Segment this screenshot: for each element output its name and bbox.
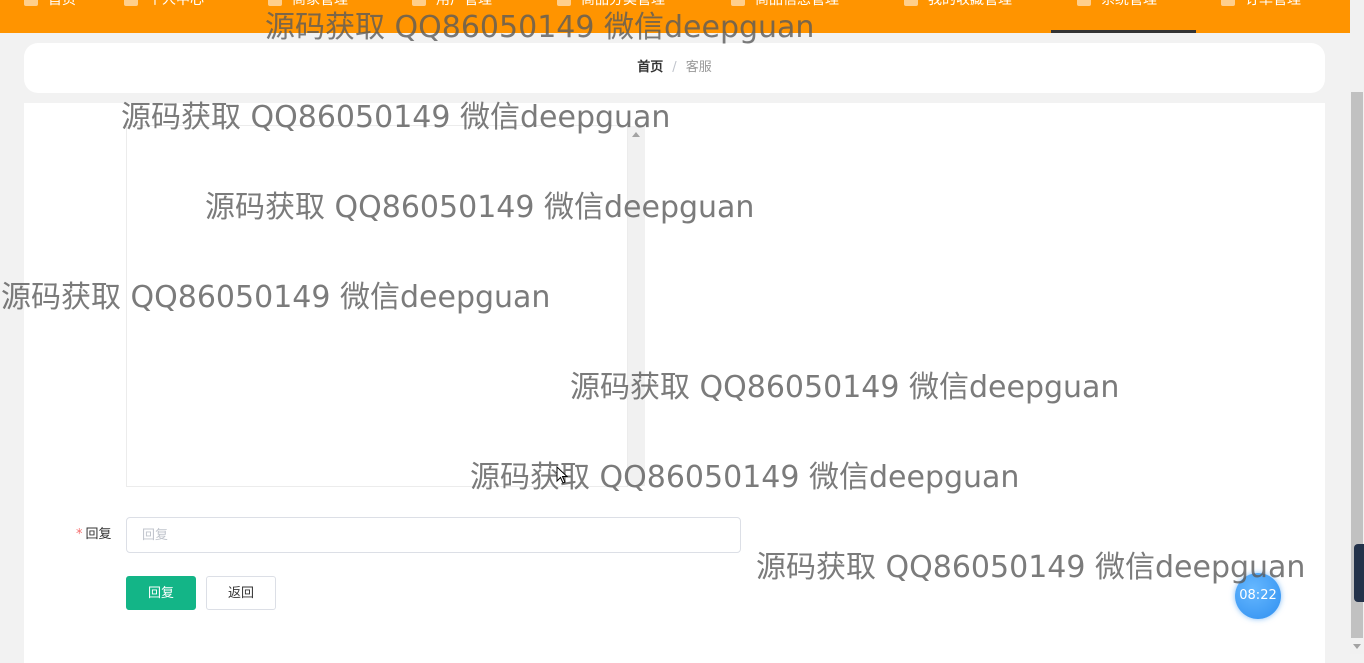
nav-item-label: 我的收藏管理 bbox=[928, 0, 1012, 8]
nav-item-personal-center[interactable]: 个人中心 bbox=[124, 0, 204, 12]
nav-item-label: 商品分类管理 bbox=[581, 0, 665, 8]
home-icon bbox=[24, 0, 38, 6]
active-tab-indicator bbox=[1051, 30, 1196, 33]
chat-history-box[interactable] bbox=[126, 125, 645, 487]
clock-widget[interactable]: 08:22 bbox=[1235, 573, 1281, 619]
nav-item-label: 系统管理 bbox=[1101, 0, 1157, 8]
nav-item-user-mgmt[interactable]: 用户管理 bbox=[412, 0, 492, 12]
nav-item-label: 用户管理 bbox=[436, 0, 492, 8]
category-icon bbox=[557, 0, 571, 6]
nav-item-system-mgmt[interactable]: 系统管理 bbox=[1077, 0, 1157, 12]
required-mark: * bbox=[76, 527, 83, 542]
side-widget-tab[interactable] bbox=[1354, 544, 1364, 602]
nav-item-product-mgmt[interactable]: 商品信息管理 bbox=[731, 0, 839, 12]
nav-item-label: 首页 bbox=[48, 0, 76, 8]
nav-item-favorites-mgmt[interactable]: 我的收藏管理 bbox=[904, 0, 1012, 12]
favorite-icon bbox=[904, 0, 918, 6]
nav-item-label: 订单管理 bbox=[1245, 0, 1301, 8]
user-icon bbox=[124, 0, 138, 6]
product-icon bbox=[731, 0, 745, 6]
scroll-down-arrow-icon[interactable] bbox=[1353, 644, 1361, 649]
nav-item-order-mgmt[interactable]: 订单管理 bbox=[1221, 0, 1301, 12]
nav-item-merchant-mgmt[interactable]: 商家管理 bbox=[268, 0, 348, 12]
mouse-cursor-icon bbox=[556, 466, 568, 484]
top-nav-bar: 首页 个人中心 商家管理 用户管理 商品分类管理 商品信息管理 我的收藏管理 系… bbox=[0, 0, 1350, 33]
reply-submit-button[interactable]: 回复 bbox=[126, 576, 196, 610]
breadcrumb: 首页 / 客服 bbox=[24, 43, 1325, 93]
main-panel: *回复 回复 返回 bbox=[24, 103, 1325, 663]
reply-label-text: 回复 bbox=[85, 527, 112, 542]
back-button[interactable]: 返回 bbox=[206, 576, 276, 610]
reply-form-row: * 回复 bbox=[24, 517, 1325, 553]
system-icon bbox=[1077, 0, 1091, 6]
nav-item-category-mgmt[interactable]: 商品分类管理 bbox=[557, 0, 665, 12]
breadcrumb-current: 客服 bbox=[685, 60, 712, 75]
breadcrumb-home[interactable]: 首页 bbox=[637, 60, 663, 75]
chat-scrollbar[interactable] bbox=[628, 126, 645, 486]
order-icon bbox=[1221, 0, 1235, 6]
reply-input[interactable] bbox=[126, 517, 741, 553]
nav-item-label: 个人中心 bbox=[148, 0, 204, 8]
nav-item-label: 商家管理 bbox=[292, 0, 348, 8]
reply-label: * 回复 bbox=[76, 517, 112, 553]
scroll-up-arrow-icon[interactable] bbox=[632, 132, 640, 137]
users-icon bbox=[412, 0, 426, 6]
breadcrumb-separator: / bbox=[672, 60, 677, 75]
nav-item-home[interactable]: 首页 bbox=[24, 0, 76, 12]
nav-item-label: 商品信息管理 bbox=[755, 0, 839, 8]
shop-icon bbox=[268, 0, 282, 6]
